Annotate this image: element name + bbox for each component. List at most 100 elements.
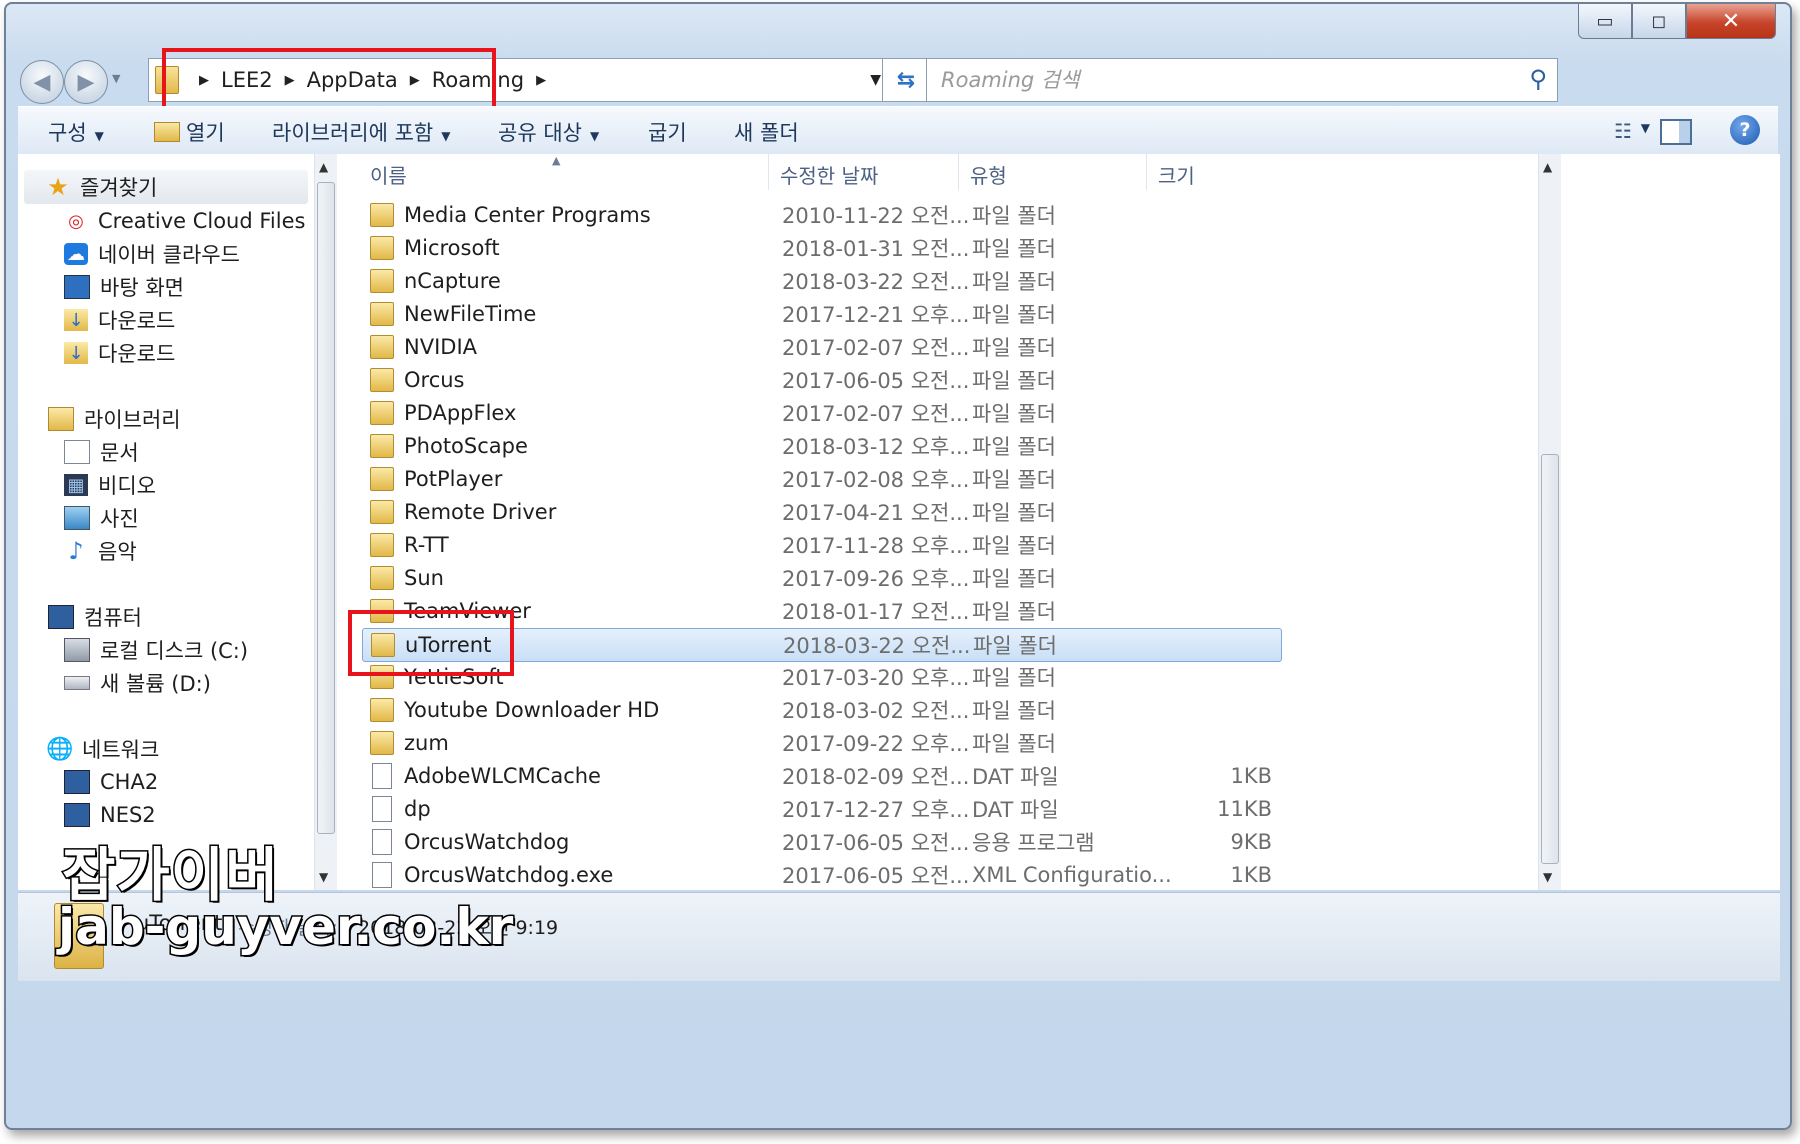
nav-computer[interactable]: 컴퓨터	[48, 602, 142, 632]
search-icon[interactable]: ⚲	[1529, 65, 1547, 93]
file-type: 파일 폴더	[972, 501, 1056, 525]
scroll-down-icon[interactable]: ▼	[319, 870, 328, 884]
nav-item-downloads[interactable]: ↓ 다운로드	[64, 305, 175, 335]
change-view-icon[interactable]: ☷	[1614, 119, 1632, 143]
breadcrumb-chevron-icon[interactable]: ▶	[536, 73, 546, 88]
file-row[interactable]: Microsoft 2018-01-31 오전... 파일 폴더	[362, 232, 1280, 264]
nav-item-pictures[interactable]: 사진	[64, 503, 139, 533]
search-box[interactable]: ⚲	[926, 58, 1558, 102]
caption-buttons: ▭ ◻ ✕	[1578, 4, 1776, 39]
file-row[interactable]: NewFileTime 2017-12-21 오후... 파일 폴더	[362, 298, 1280, 330]
file-date: 2018-03-22 오전...	[783, 634, 971, 658]
file-row[interactable]: Youtube Downloader HD 2018-03-02 오전... 파일 …	[362, 694, 1280, 726]
file-row[interactable]: OrcusWatchdog.exe 2017-06-05 오전... XML Con…	[362, 859, 1280, 891]
file-name: OrcusWatchdog.exe	[404, 863, 614, 887]
file-row[interactable]: PotPlayer 2017-02-08 오후... 파일 폴더	[362, 463, 1280, 495]
file-date: 2018-03-02 오전...	[782, 699, 970, 723]
file-type: DAT 파일	[972, 765, 1059, 789]
column-divider[interactable]	[958, 154, 959, 190]
file-type: 파일 폴더	[973, 634, 1057, 658]
file-name: nCapture	[404, 269, 501, 293]
address-history-dropdown-icon[interactable]: ▼	[870, 72, 881, 88]
file-list-scrollbar[interactable]: ▲ ▼	[1538, 154, 1561, 890]
folder-icon	[370, 401, 394, 425]
scroll-up-icon[interactable]: ▲	[1543, 160, 1552, 174]
nav-item-creative-cloud[interactable]: ◎ Creative Cloud Files	[64, 206, 305, 236]
file-row[interactable]: OrcusWatchdog 2017-06-05 오전... 응용 프로그램 9KB	[362, 826, 1280, 858]
help-button[interactable]: ?	[1730, 115, 1760, 145]
file-type: 파일 폴더	[972, 270, 1056, 294]
column-divider[interactable]	[1146, 154, 1147, 190]
refresh-button[interactable]: ⇆	[882, 58, 930, 102]
include-in-library-button[interactable]: 라이브러리에 포함 ▼	[272, 117, 450, 147]
column-header-size[interactable]: 크기	[1158, 160, 1195, 189]
file-name: NewFileTime	[404, 302, 537, 326]
file-date: 2018-01-31 오전...	[782, 237, 970, 261]
column-header-name[interactable]: 이름	[370, 160, 407, 189]
nav-item-cha2[interactable]: CHA2	[64, 767, 158, 797]
file-type: 파일 폴더	[972, 369, 1056, 393]
nav-item-nes2[interactable]: NES2	[64, 800, 156, 830]
new-folder-label: 새 폴더	[734, 121, 799, 145]
file-name: Sun	[404, 566, 444, 590]
recent-pages-dropdown-icon[interactable]: ▼	[112, 72, 120, 85]
nav-item-music[interactable]: ♪ 음악	[64, 536, 136, 566]
back-button[interactable]: ◀	[20, 60, 64, 104]
folder-icon	[370, 269, 394, 293]
scroll-thumb[interactable]	[1541, 454, 1559, 864]
file-date: 2017-12-27 오후...	[782, 798, 970, 822]
file-row[interactable]: Media Center Programs 2010-11-22 오전... 파일 …	[362, 199, 1280, 231]
scroll-thumb[interactable]	[317, 182, 335, 834]
nav-item-new-volume-d[interactable]: 새 볼륨 (D:)	[64, 668, 211, 698]
open-button[interactable]: 열기	[154, 117, 225, 147]
nav-favorites[interactable]: ★ 즐겨찾기	[46, 172, 157, 202]
organize-button[interactable]: 구성 ▼	[48, 117, 104, 147]
search-input[interactable]	[939, 59, 1503, 101]
column-header-date[interactable]: 수정한 날짜	[780, 160, 878, 189]
share-with-label: 공유 대상	[498, 121, 582, 145]
file-row[interactable]: nCapture 2018-03-22 오전... 파일 폴더	[362, 265, 1280, 297]
close-button[interactable]: ✕	[1686, 4, 1776, 39]
nav-item-desktop[interactable]: 바탕 화면	[64, 272, 184, 302]
nav-item-downloads-2[interactable]: ↓ 다운로드	[64, 338, 175, 368]
folder-icon	[370, 698, 394, 722]
file-row[interactable]: PDAppFlex 2017-02-07 오전... 파일 폴더	[362, 397, 1280, 429]
file-row[interactable]: NVIDIA 2017-02-07 오전... 파일 폴더	[362, 331, 1280, 363]
view-options-dropdown-icon[interactable]: ▼	[1641, 121, 1650, 135]
minimize-button[interactable]: ▭	[1578, 4, 1632, 39]
scroll-up-icon[interactable]: ▲	[319, 160, 328, 174]
file-row[interactable]: PhotoScape 2018-03-12 오후... 파일 폴더	[362, 430, 1280, 462]
column-divider[interactable]	[768, 154, 769, 190]
new-folder-button[interactable]: 새 폴더	[734, 117, 799, 147]
file-row[interactable]: R-TT 2017-11-28 오후... 파일 폴더	[362, 529, 1280, 561]
file-row[interactable]: AdobeWLCMCache 2018-02-09 오전... DAT 파일 1KB	[362, 760, 1280, 792]
file-row[interactable]: zum 2017-09-22 오후... 파일 폴더	[362, 727, 1280, 759]
nav-item-local-disk-c[interactable]: 로컬 디스크 (C:)	[64, 635, 248, 665]
nav-network[interactable]: 🌐 네트워크	[46, 734, 159, 764]
folder-icon	[370, 236, 394, 260]
share-with-button[interactable]: 공유 대상 ▼	[498, 117, 599, 147]
column-header-type[interactable]: 유형	[970, 160, 1007, 189]
download-folder-icon: ↓	[64, 309, 88, 331]
highlight-box-utorrent	[348, 610, 514, 676]
file-date: 2017-02-07 오전...	[782, 336, 970, 360]
file-name: Orcus	[404, 368, 465, 392]
burn-button[interactable]: 굽기	[648, 117, 687, 147]
navigation-scrollbar[interactable]: ▲ ▼	[314, 154, 337, 890]
preview-pane-icon[interactable]	[1660, 119, 1692, 145]
nav-item-documents[interactable]: 문서	[64, 437, 139, 467]
maximize-button[interactable]: ◻	[1632, 4, 1686, 39]
file-date: 2017-04-21 오전...	[782, 501, 970, 525]
nav-item-naver-cloud[interactable]: ☁ 네이버 클라우드	[64, 239, 240, 269]
file-icon	[372, 763, 392, 789]
nav-item-videos[interactable]: ▦ 비디오	[64, 470, 156, 500]
forward-button[interactable]: ▶	[64, 60, 108, 104]
file-row[interactable]: Remote Driver 2017-04-21 오전... 파일 폴더	[362, 496, 1280, 528]
nav-item-label: 문서	[100, 441, 139, 465]
drive-icon	[64, 676, 90, 690]
file-row[interactable]: dp 2017-12-27 오후... DAT 파일 11KB	[362, 793, 1280, 825]
scroll-down-icon[interactable]: ▼	[1543, 870, 1552, 884]
file-row[interactable]: Orcus 2017-06-05 오전... 파일 폴더	[362, 364, 1280, 396]
nav-libraries[interactable]: 라이브러리	[48, 404, 181, 434]
file-row[interactable]: Sun 2017-09-26 오후... 파일 폴더	[362, 562, 1280, 594]
